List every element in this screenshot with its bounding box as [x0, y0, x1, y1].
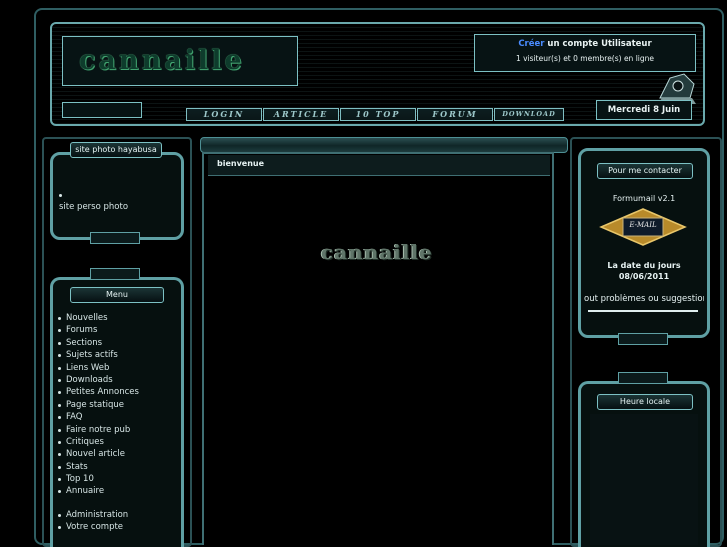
menu-item-annuaire[interactable]: Annuaire [57, 485, 139, 497]
center-top-deco [200, 137, 568, 153]
menu-item-administration[interactable]: Administration [57, 509, 128, 521]
nav-download[interactable]: DOWNLOAD [494, 108, 564, 121]
marquee-text: out problèmes ou suggestions, m [584, 294, 704, 304]
contact-panel-title: Pour me contacter [597, 163, 693, 179]
center-panel [202, 152, 554, 545]
menu-item-downloads[interactable]: Downloads [57, 374, 139, 386]
photo-panel [50, 152, 184, 240]
menu-item-nouvel-article[interactable]: Nouvel article [57, 448, 139, 460]
menu-panel-title: Menu [70, 287, 164, 303]
menu-item-sujets-actifs[interactable]: Sujets actifs [57, 349, 139, 361]
current-date: Mercredi 8 Juin [607, 105, 681, 115]
contact-divider [588, 310, 698, 312]
nav-login[interactable]: LOGIN [186, 108, 262, 121]
formumail-label: Formumail v2.1 [612, 194, 676, 203]
date-label: La date du jours [607, 261, 681, 270]
menu-panel-top-deco [90, 268, 140, 280]
center-logo: cannaille [321, 240, 433, 264]
contact-marquee: out problèmes ou suggestions, m [584, 294, 704, 306]
nav-forum[interactable]: FORUM [417, 108, 493, 121]
create-account-text: un compte Utilisateur [544, 39, 652, 49]
online-visitors: 1 visiteur(s) et 0 membre(s) en ligne [515, 54, 654, 63]
clock-panel-body [590, 414, 698, 545]
clock-panel-title: Heure locale [597, 394, 693, 410]
site-logo[interactable]: cannaille [79, 45, 245, 76]
menu-item-stats[interactable]: Stats [57, 461, 139, 473]
menu-item-top-10[interactable]: Top 10 [57, 473, 139, 485]
contact-panel-footer [618, 333, 668, 345]
photo-site-link[interactable]: site perso photo [59, 202, 128, 212]
center-tab-title: bienvenue [217, 159, 265, 168]
photo-bullet [59, 194, 62, 197]
header-small-box [62, 102, 142, 118]
center-tab: bienvenue [208, 155, 550, 176]
header-logo-box: cannaille [62, 36, 298, 86]
nav-top10[interactable]: 10 TOP [340, 108, 416, 121]
menu-item-faq[interactable]: FAQ [57, 411, 139, 423]
menu-item-liens-web[interactable]: Liens Web [57, 362, 139, 374]
menu-item-nouvelles[interactable]: Nouvelles [57, 312, 139, 324]
menu-item-forums[interactable]: Forums [57, 324, 139, 336]
user-info-box: Créer un compte Utilisateur 1 visiteur(s… [474, 34, 696, 72]
date-box: Mercredi 8 Juin [596, 100, 692, 120]
create-account-link[interactable]: Créer [518, 39, 544, 49]
email-badge-label: E-MAIL [629, 221, 657, 229]
menu-item-sections[interactable]: Sections [57, 337, 139, 349]
email-badge[interactable]: E-MAIL [599, 207, 687, 247]
date-value: 08/06/2011 [618, 272, 670, 281]
menu-item-faire-notre-pub[interactable]: Faire notre pub [57, 424, 139, 436]
photo-panel-title: site photo hayabusa [70, 142, 162, 158]
menu-item-votre-compte[interactable]: Votre compte [57, 521, 128, 533]
menu-item-critiques[interactable]: Critiques [57, 436, 139, 448]
admin-menu: Administration Votre compte [57, 509, 128, 534]
photo-panel-footer [90, 232, 140, 244]
menu-item-page-statique[interactable]: Page statique [57, 399, 139, 411]
main-menu: Nouvelles Forums Sections Sujets actifs … [57, 312, 139, 498]
menu-item-petites-annonces[interactable]: Petites Annonces [57, 386, 139, 398]
clock-panel-top-deco [618, 372, 668, 384]
nav-article[interactable]: ARTICLE [263, 108, 339, 121]
